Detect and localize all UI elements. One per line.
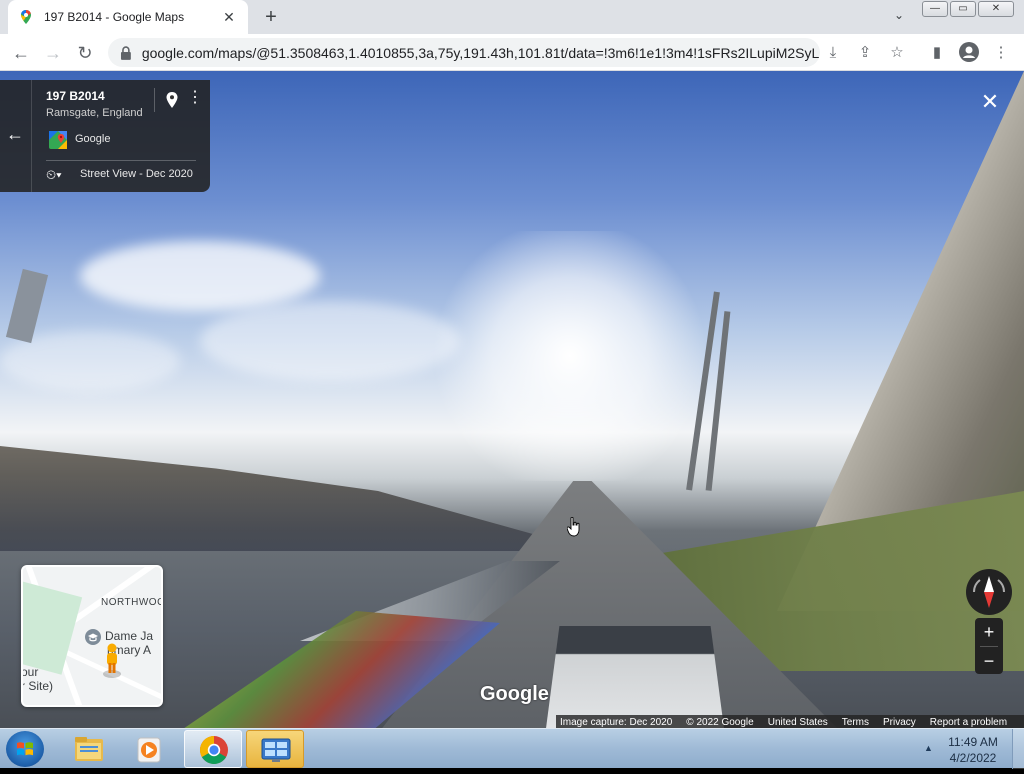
system-clock[interactable]: 11:49 AM 4/2/2022 [942,734,1004,766]
window-controls: — ▭ ✕ [922,1,1014,17]
windows-taskbar: ▲ 11:49 AM 4/2/2022 [0,728,1024,769]
taskbar-control-panel[interactable] [246,730,304,768]
url-text: google.com/maps/@51.3508463,1.4010855,3a… [141,44,820,61]
copyright-text: © 2022 Google [686,716,754,728]
hand-cursor-icon [567,517,580,537]
capture-date-label: Street View - Dec 2020 [80,168,193,180]
tab-title: 197 B2014 - Google Maps [44,10,185,24]
white-van [545,626,725,728]
lock-icon [120,45,131,60]
map-footer: Image capture: Dec 2020 © 2022 Google Un… [556,715,1024,729]
place-subtitle: Ramsgate, England [46,107,143,119]
tab-close-button[interactable]: ✕ [220,9,238,26]
windows-start-icon [17,742,33,756]
minimap[interactable]: NORTHWOO Dame Ja rimary A our r Site) [21,565,163,707]
zoom-control: + − [975,618,1003,674]
new-tab-button[interactable]: + [258,4,284,30]
taskbar-chrome[interactable] [184,730,242,768]
tab-google-maps[interactable]: 197 B2014 - Google Maps ✕ [8,0,248,34]
browser-tab-strip: 197 B2014 - Google Maps ✕ + ⌄ — ▭ ✕ [0,0,1024,34]
privacy-link[interactable]: Privacy [883,717,916,728]
chrome-menu-button[interactable]: ⋮ [990,42,1012,64]
history-clock-icon[interactable]: ⏲▾ [46,167,62,183]
chrome-icon [200,736,228,764]
profile-avatar[interactable] [958,42,980,64]
tab-search-button[interactable]: ⌄ [894,8,904,22]
control-panel-icon [261,738,291,762]
close-window-button[interactable]: ✕ [978,1,1014,17]
region-link[interactable]: United States [768,717,828,728]
compass-button[interactable] [966,569,1012,615]
browser-toolbar: ← → ↻ google.com/maps/@51.3508463,1.4010… [0,34,1024,71]
map-label: NORTHWOO [101,597,163,608]
media-player-icon [137,737,161,763]
back-to-map-strip[interactable]: ← [0,80,32,192]
cloud [200,301,460,381]
close-street-view-button[interactable]: ✕ [978,90,1002,114]
side-panel-icon[interactable]: ▮ [926,42,948,64]
signpost [5,268,49,344]
show-desktop-button[interactable] [1012,729,1024,769]
install-app-icon[interactable]: ⤓ [822,42,844,64]
avatar-icon [959,42,979,62]
start-button[interactable] [6,731,44,767]
terms-link[interactable]: Terms [842,717,869,728]
minimize-button[interactable]: — [922,1,948,17]
bookmark-star-icon[interactable]: ☆ [886,42,908,64]
clock-time: 11:49 AM [948,735,998,749]
map-pin-icon[interactable] [165,91,179,109]
google-maps-logo [49,131,67,149]
pegman-icon[interactable] [101,642,123,680]
street-view-info-card: ← 197 B2014 Ramsgate, England ⋮ Google ⏲… [0,80,210,192]
more-options-icon[interactable]: ⋮ [187,90,203,106]
map-label: our [21,665,39,679]
share-icon[interactable]: ⇪ [854,42,876,64]
address-bar[interactable]: google.com/maps/@51.3508463,1.4010855,3a… [108,38,820,67]
show-hidden-icons-button[interactable]: ▲ [924,743,933,753]
folder-icon [75,737,103,761]
cloud [80,241,320,311]
sky-glow [420,231,720,481]
forward-button[interactable]: → [40,40,66,66]
image-capture-date: Image capture: Dec 2020 [560,716,673,728]
reload-button[interactable]: ↻ [72,40,98,66]
zoom-in-button[interactable]: + [975,618,1003,646]
taskbar-explorer[interactable] [60,730,118,768]
google-watermark: Google [480,683,549,705]
provider-label: Google [75,133,111,145]
google-maps-icon [21,10,31,24]
report-problem-link[interactable]: Report a problem [930,717,1007,728]
taskbar-media-player[interactable] [120,730,178,768]
divider [154,88,155,112]
restore-button[interactable]: ▭ [950,1,976,17]
clock-date: 4/2/2022 [949,751,997,765]
divider [46,160,196,161]
map-label: r Site) [21,679,54,693]
place-title: 197 B2014 [46,89,105,103]
back-button[interactable]: ← [8,40,34,66]
compass-icon [973,576,1005,608]
map-park [23,579,83,675]
school-icon [85,629,101,645]
map-label: Dame Ja [105,629,154,643]
back-arrow-icon[interactable]: ← [6,124,24,145]
zoom-out-button[interactable]: − [975,647,1003,675]
